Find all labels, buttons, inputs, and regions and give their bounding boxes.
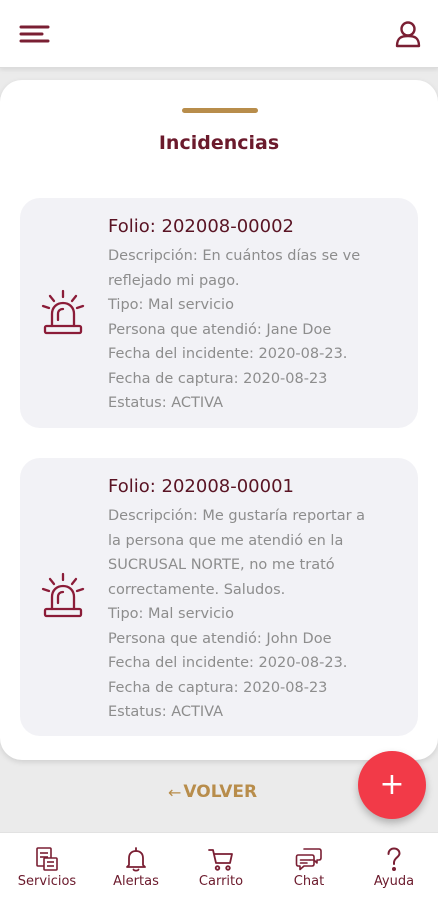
incident-status: Estatus: ACTIVA bbox=[108, 704, 224, 720]
incident-card[interactable]: Folio: 202008-00002 Descripción: En cuán… bbox=[20, 198, 418, 428]
hamburger-menu-icon[interactable] bbox=[18, 20, 52, 48]
alarm-siren-icon bbox=[38, 288, 88, 338]
nav-label: Servicios bbox=[17, 874, 77, 889]
page-title: Incidencias bbox=[158, 132, 280, 154]
back-button-label: VOLVER bbox=[183, 782, 258, 802]
incident-date: Fecha del incidente: 2020-08-23. bbox=[108, 346, 348, 362]
back-button[interactable]: ← VOLVER bbox=[168, 779, 257, 805]
incident-type: Tipo: Mal servicio bbox=[108, 606, 234, 622]
incident-status: Estatus: ACTIVA bbox=[108, 395, 224, 411]
nav-label: Alertas bbox=[113, 874, 159, 889]
incident-attendant: Persona que atendió: John Doe bbox=[108, 630, 332, 647]
top-app-bar bbox=[0, 0, 438, 68]
plus-icon: + bbox=[379, 767, 405, 802]
nav-label: Ayuda bbox=[373, 874, 415, 889]
incident-capture-date: Fecha de captura: 2020-08-23 bbox=[108, 679, 328, 696]
incident-description-line: SUCRUSAL NORTE, no me trató bbox=[108, 557, 335, 573]
add-incident-button[interactable]: + bbox=[358, 751, 426, 819]
incidents-sheet: Incidencias Folio: 202008-00002 Descripc… bbox=[0, 80, 438, 760]
incident-description-line: Descripción: Me gustaría reportar a bbox=[108, 508, 366, 524]
incident-description-line: la persona que me atendió en la bbox=[108, 532, 344, 549]
nav-item-carrito[interactable]: Carrito bbox=[177, 833, 265, 900]
chat-bubbles-icon bbox=[295, 848, 322, 871]
services-document-icon bbox=[36, 847, 58, 871]
incident-details: Folio: 202008-00001 Descripción: Me gust… bbox=[108, 476, 408, 725]
nav-item-alertas[interactable]: Alertas bbox=[92, 833, 180, 900]
bottom-navigation: Servicios Alertas Carrito Chat Ayuda bbox=[0, 832, 438, 900]
incident-folio: Folio: 202008-00002 bbox=[108, 216, 294, 237]
nav-label: Carrito bbox=[198, 874, 244, 889]
sheet-handle[interactable] bbox=[182, 108, 258, 113]
back-arrow-icon: ← bbox=[168, 782, 182, 802]
incident-description-line: Descripción: En cuántos días se ve bbox=[108, 248, 361, 264]
incident-description-line: reflejado mi pago. bbox=[108, 272, 240, 289]
nav-item-chat[interactable]: Chat bbox=[265, 833, 353, 900]
nav-item-servicios[interactable]: Servicios bbox=[3, 833, 91, 900]
question-mark-icon bbox=[387, 847, 401, 871]
incident-date: Fecha del incidente: 2020-08-23. bbox=[108, 655, 348, 671]
incident-details: Folio: 202008-00002 Descripción: En cuán… bbox=[108, 216, 408, 416]
incident-attendant: Persona que atendió: Jane Doe bbox=[108, 321, 332, 338]
incident-description-line: correctamente. Saludos. bbox=[108, 581, 286, 598]
incident-type: Tipo: Mal servicio bbox=[108, 297, 234, 313]
cart-icon bbox=[208, 849, 233, 871]
incident-card[interactable]: Folio: 202008-00001 Descripción: Me gust… bbox=[20, 458, 418, 736]
user-icon[interactable] bbox=[392, 18, 424, 50]
bell-icon bbox=[126, 847, 146, 872]
incident-folio: Folio: 202008-00001 bbox=[108, 476, 294, 497]
alarm-siren-icon bbox=[38, 571, 88, 621]
incident-capture-date: Fecha de captura: 2020-08-23 bbox=[108, 370, 328, 387]
nav-label: Chat bbox=[293, 874, 325, 889]
nav-item-ayuda[interactable]: Ayuda bbox=[350, 833, 438, 900]
